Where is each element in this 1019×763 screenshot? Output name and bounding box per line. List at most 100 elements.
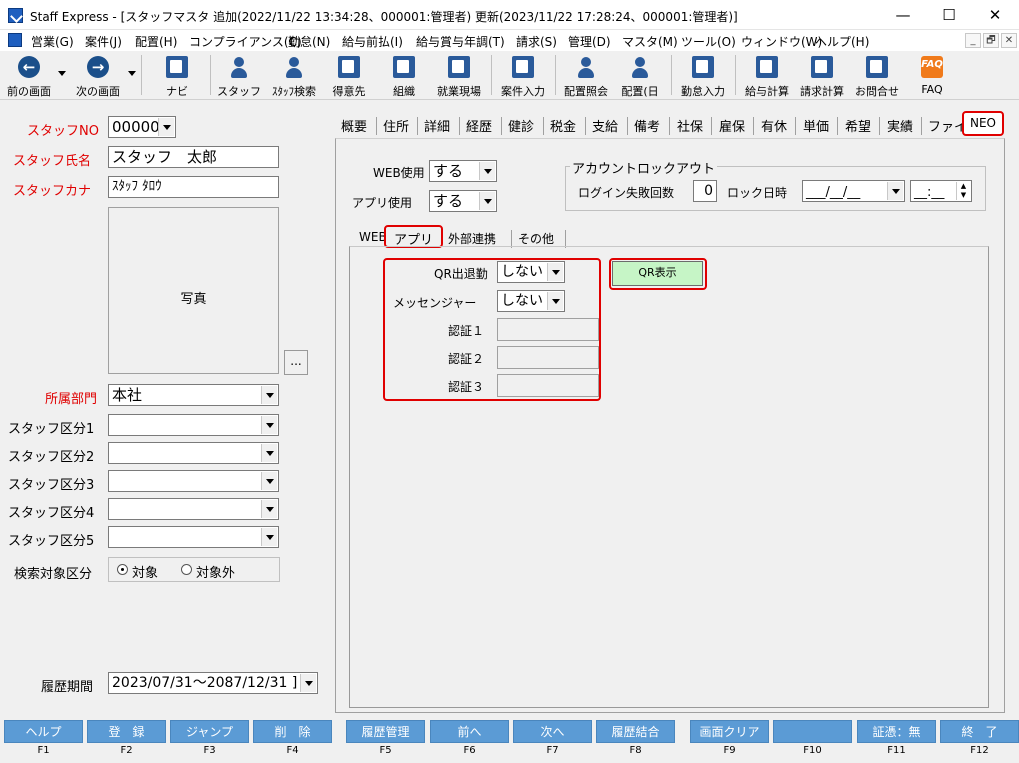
menu-payroll[interactable]: 給与賞与年調(T) [416, 33, 505, 50]
dept-combo[interactable]: 本社 [108, 384, 279, 406]
mdi-restore-button[interactable]: 🗗 [983, 33, 999, 48]
payroll-calc-button[interactable]: 給与計算 [740, 53, 794, 98]
mdi-minimize-button[interactable]: _ [965, 33, 981, 48]
chevron-down-icon[interactable] [261, 386, 277, 404]
menu-assign[interactable]: 配置(H) [135, 33, 177, 50]
tab-neo[interactable]: NEO [962, 111, 1004, 136]
tab-career[interactable]: 経歴 [466, 116, 492, 136]
faq-button[interactable]: FAQ FAQ [910, 53, 954, 98]
f1-help-button[interactable]: ヘルプ [4, 720, 83, 743]
app-use-combo[interactable]: する [429, 190, 497, 212]
f3-jump-button[interactable]: ジャンプ [170, 720, 249, 743]
tab-details[interactable]: 詳細 [424, 116, 450, 136]
menu-jobs[interactable]: 案件(J) [85, 33, 122, 50]
tab-unit-price[interactable]: 単価 [803, 116, 829, 136]
subtab-web[interactable]: WEB [359, 230, 387, 244]
staff-cat5-combo[interactable] [108, 526, 279, 548]
tab-tax[interactable]: 税金 [550, 116, 576, 136]
mdi-close-button[interactable]: ✕ [1001, 33, 1017, 48]
f6-prev-button[interactable]: 前へ [430, 720, 509, 743]
staff-button[interactable]: スタッフ [216, 53, 262, 98]
workplace-button[interactable]: 就業現場 [432, 53, 486, 98]
search-target-on-label[interactable]: 対象 [132, 562, 158, 581]
chevron-down-icon[interactable] [261, 528, 277, 546]
f5-history-button[interactable]: 履歴管理 [346, 720, 425, 743]
lock-time-spinner[interactable]: __:__ ▲ ▼ [910, 180, 972, 202]
staff-no-combo[interactable]: 000005 [108, 116, 176, 138]
spinner-up-icon[interactable]: ▲ [956, 182, 970, 191]
f8-history-merge-button[interactable]: 履歴結合 [596, 720, 675, 743]
f4-delete-button[interactable]: 削 除 [253, 720, 332, 743]
staff-cat2-combo[interactable] [108, 442, 279, 464]
next-screen-button[interactable]: → 次の画面 [70, 53, 126, 98]
tab-social-insurance[interactable]: 社保 [677, 116, 703, 136]
maximize-button[interactable]: ☐ [926, 0, 972, 30]
assign-query-button[interactable]: 配置照会 [560, 53, 612, 98]
minimize-button[interactable]: — [880, 0, 926, 30]
tab-payment[interactable]: 支給 [592, 116, 618, 136]
attendance-entry-button[interactable]: 勤怠入力 [676, 53, 730, 98]
menu-billing[interactable]: 請求(S) [516, 33, 557, 50]
tab-employment-insurance[interactable]: 雇保 [719, 116, 745, 136]
f7-next-button[interactable]: 次へ [513, 720, 592, 743]
tab-address[interactable]: 住所 [383, 116, 409, 136]
document-icon[interactable] [8, 33, 22, 47]
menu-tools[interactable]: ツール(O) [681, 33, 736, 50]
search-target-off-radio[interactable] [181, 564, 192, 575]
menu-advance-pay[interactable]: 給与前払(I) [342, 33, 403, 50]
close-button[interactable]: ✕ [972, 0, 1018, 30]
staff-cat1-combo[interactable] [108, 414, 279, 436]
menu-admin[interactable]: 管理(D) [568, 33, 611, 50]
spinner-down-icon[interactable]: ▼ [956, 191, 970, 200]
billing-calc-button[interactable]: 請求計算 [796, 53, 848, 98]
web-use-combo[interactable]: する [429, 160, 497, 182]
search-target-off-label[interactable]: 対象外 [196, 562, 235, 581]
chevron-down-icon[interactable] [547, 263, 563, 281]
tab-wishes[interactable]: 希望 [845, 116, 871, 136]
subtab-other[interactable]: その他 [518, 230, 554, 247]
messenger-combo[interactable]: しない [497, 290, 565, 312]
f12-exit-button[interactable]: 終 了 [940, 720, 1019, 743]
chevron-down-icon[interactable] [158, 118, 174, 136]
f9-clear-button[interactable]: 画面クリア [690, 720, 769, 743]
search-target-on-radio[interactable] [117, 564, 128, 575]
staff-cat3-combo[interactable] [108, 470, 279, 492]
tab-results[interactable]: 実績 [887, 116, 913, 136]
prev-screen-button[interactable]: ← 前の画面 [2, 53, 56, 98]
navi-button[interactable]: ナビ [150, 53, 204, 98]
f10-button[interactable] [773, 720, 852, 743]
staff-name-input[interactable]: スタッフ 太郎 [108, 146, 279, 168]
f11-evidence-button[interactable]: 証憑：無 [857, 720, 936, 743]
chevron-down-icon[interactable] [887, 182, 903, 200]
photo-browse-button[interactable]: ... [284, 350, 308, 375]
period-combo[interactable]: 2023/07/31～2087/12/31 ] [108, 672, 318, 694]
tab-health[interactable]: 健診 [508, 116, 534, 136]
lock-date-picker[interactable]: ___/__/__ [802, 180, 905, 202]
subtab-external[interactable]: 外部連携 [448, 230, 496, 247]
chevron-down-icon[interactable] [479, 192, 495, 210]
menu-help[interactable]: ヘルプ(H) [815, 33, 869, 50]
tab-paid-leave[interactable]: 有休 [761, 116, 787, 136]
staff-cat4-combo[interactable] [108, 498, 279, 520]
qr-attendance-combo[interactable]: しない [497, 261, 565, 283]
assign-day-button[interactable]: 配置(日 [616, 53, 664, 98]
client-button[interactable]: 得意先 [326, 53, 372, 98]
tab-notes[interactable]: 備考 [634, 116, 660, 136]
staff-kana-input[interactable]: ｽﾀｯﾌ ﾀﾛｳ [108, 176, 279, 198]
chevron-down-icon[interactable] [261, 444, 277, 462]
menu-compliance[interactable]: コンプライアンス(C) [189, 33, 302, 50]
f2-register-button[interactable]: 登 録 [87, 720, 166, 743]
contact-button[interactable]: お問合せ [850, 53, 904, 98]
subtab-app[interactable]: アプリ [384, 225, 443, 248]
chevron-down-icon[interactable] [58, 71, 66, 76]
chevron-down-icon[interactable] [128, 71, 136, 76]
tab-overview[interactable]: 概要 [341, 116, 367, 136]
chevron-down-icon[interactable] [261, 416, 277, 434]
chevron-down-icon[interactable] [261, 472, 277, 490]
chevron-down-icon[interactable] [479, 162, 495, 180]
organization-button[interactable]: 組織 [382, 53, 426, 98]
qr-display-button[interactable]: QR表示 [612, 261, 703, 286]
menu-sales[interactable]: 営業(G) [31, 33, 74, 50]
chevron-down-icon[interactable] [261, 500, 277, 518]
chevron-down-icon[interactable] [547, 292, 563, 310]
